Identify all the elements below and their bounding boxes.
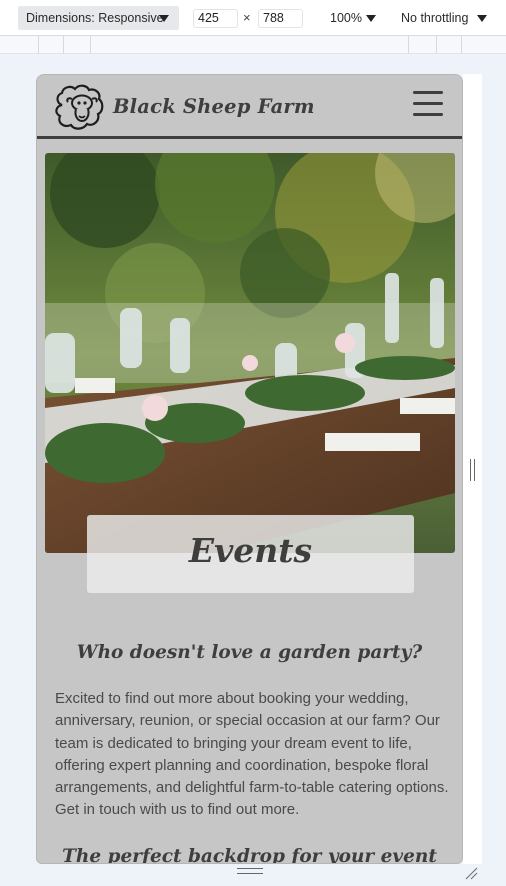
ruler-tick bbox=[63, 36, 64, 54]
section-heading: Who doesn't love a garden party? bbox=[76, 642, 423, 663]
media-query-ruler[interactable] bbox=[0, 36, 506, 54]
chevron-down-icon bbox=[366, 15, 376, 22]
page-title: Events bbox=[188, 531, 313, 570]
menu-bar bbox=[413, 113, 443, 116]
menu-bar bbox=[413, 91, 443, 94]
chevron-down-icon bbox=[159, 15, 169, 22]
dimension-separator: × bbox=[243, 10, 251, 25]
sheep-icon[interactable] bbox=[52, 83, 106, 133]
device-viewport: Black Sheep Farm Events Who doesn't love… bbox=[36, 74, 463, 864]
ruler-tick bbox=[90, 36, 91, 54]
resize-handle-bottom[interactable] bbox=[237, 868, 263, 874]
dimensions-dropdown[interactable]: Dimensions: Responsive bbox=[18, 6, 179, 30]
menu-bar bbox=[413, 102, 443, 105]
ruler-tick bbox=[461, 36, 462, 54]
device-toolbar: Dimensions: Responsive 425 × 788 100% No… bbox=[0, 0, 506, 36]
section-heading-next: The perfect backdrop for your event bbox=[62, 846, 437, 864]
resize-handle-corner-icon[interactable] bbox=[464, 866, 478, 880]
dimensions-label: Dimensions: Responsive bbox=[26, 11, 164, 25]
site-header: Black Sheep Farm bbox=[37, 75, 462, 139]
chevron-down-icon bbox=[477, 15, 487, 22]
intro-paragraph: Excited to find out more about booking y… bbox=[55, 690, 449, 819]
width-input[interactable]: 425 bbox=[193, 9, 238, 28]
resize-handle-right[interactable] bbox=[470, 459, 475, 481]
brand-name[interactable]: Black Sheep Farm bbox=[113, 95, 315, 118]
garden-party-table-photo bbox=[45, 153, 455, 553]
ruler-tick bbox=[408, 36, 409, 54]
zoom-label: 100% bbox=[330, 11, 362, 25]
ruler-tick bbox=[38, 36, 39, 54]
hero-title-card: Events bbox=[87, 515, 414, 593]
hamburger-menu-icon[interactable] bbox=[413, 91, 443, 117]
ruler-tick bbox=[436, 36, 437, 54]
hero-image bbox=[45, 153, 455, 553]
height-input[interactable]: 788 bbox=[258, 9, 303, 28]
throttling-label: No throttling bbox=[401, 11, 469, 25]
